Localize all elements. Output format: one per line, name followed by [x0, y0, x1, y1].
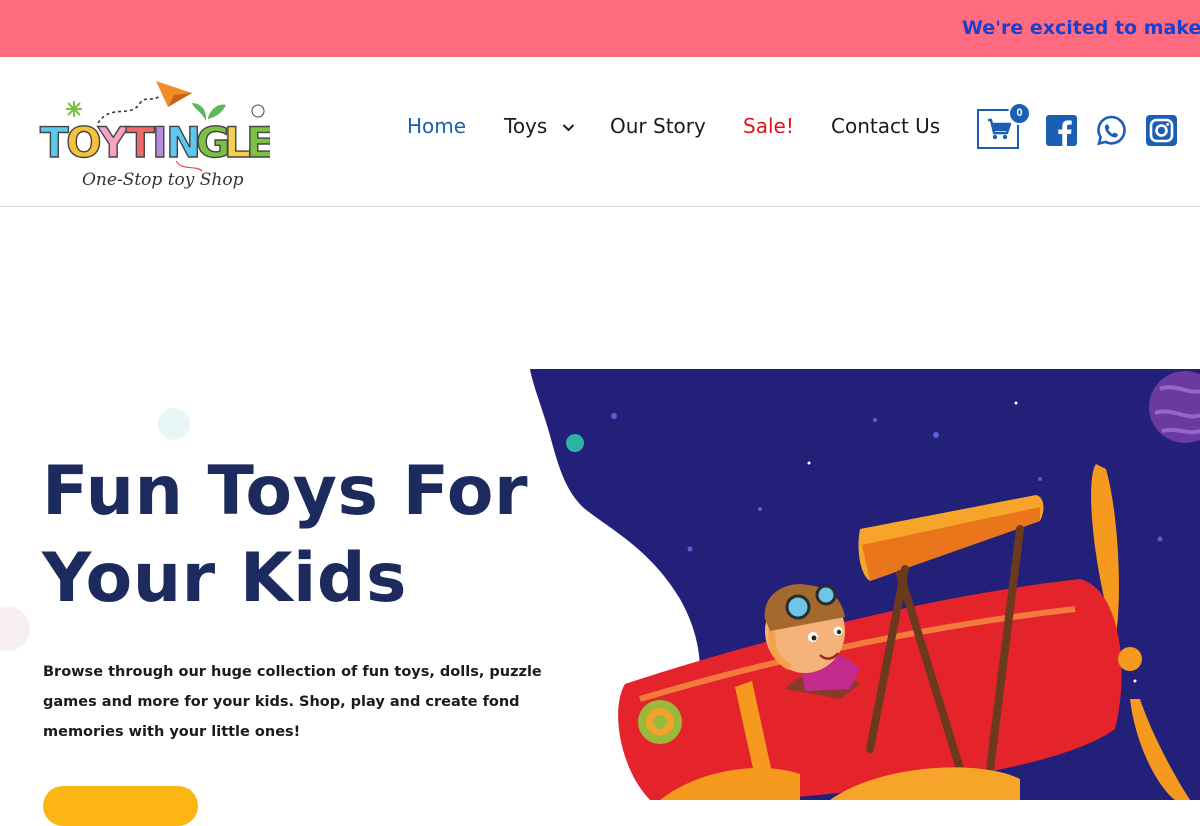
site-logo[interactable]: T O Y T I N G L E One-Stop toy Shop — [36, 73, 270, 193]
nav-home[interactable]: Home — [407, 114, 466, 138]
logo-letter: Y — [97, 118, 129, 167]
cart-count-badge: 0 — [1008, 102, 1031, 125]
decor-bubble — [0, 607, 30, 651]
facebook-icon[interactable] — [1046, 115, 1077, 146]
hero-description: Browse through our huge collection of fu… — [43, 664, 542, 740]
nav-contact-us[interactable]: Contact Us — [831, 114, 940, 138]
nav-label: Home — [407, 114, 467, 138]
nav-label: Our Story — [610, 114, 706, 138]
announcement-text: We're excited to make com — [962, 17, 1200, 39]
hero-cta-button[interactable] — [43, 786, 198, 826]
instagram-icon[interactable] — [1146, 115, 1177, 146]
logo-letter: O — [66, 118, 102, 167]
nav-our-story[interactable]: Our Story — [610, 114, 706, 138]
whatsapp-icon[interactable] — [1096, 115, 1127, 146]
nav-label: Toys — [504, 114, 548, 138]
hero-title-line-1: Fun Toys For — [42, 452, 529, 531]
paper-plane-icon — [97, 81, 192, 124]
logo-letter: T — [126, 118, 155, 167]
logo-tagline: One-Stop toy Shop — [82, 170, 244, 190]
site-header: T O Y T I N G L E One-Stop toy Shop Home… — [0, 57, 1200, 207]
hero-title: Fun Toys For Your Kids — [42, 448, 602, 622]
announcement-bar: We're excited to make com — [0, 0, 1200, 57]
nav-label: Contact Us — [831, 114, 941, 138]
logo-letter: E — [246, 118, 270, 167]
nav-label: Sale! — [743, 114, 794, 138]
nav-toys[interactable]: Toys — [504, 114, 575, 138]
hero-title-line-2: Your Kids — [42, 539, 407, 618]
logo-letter: T — [40, 118, 69, 167]
decor-bubble — [158, 408, 190, 440]
star-icon — [66, 101, 82, 117]
nav-sale[interactable]: Sale! — [743, 114, 794, 138]
chevron-down-icon — [562, 124, 574, 132]
